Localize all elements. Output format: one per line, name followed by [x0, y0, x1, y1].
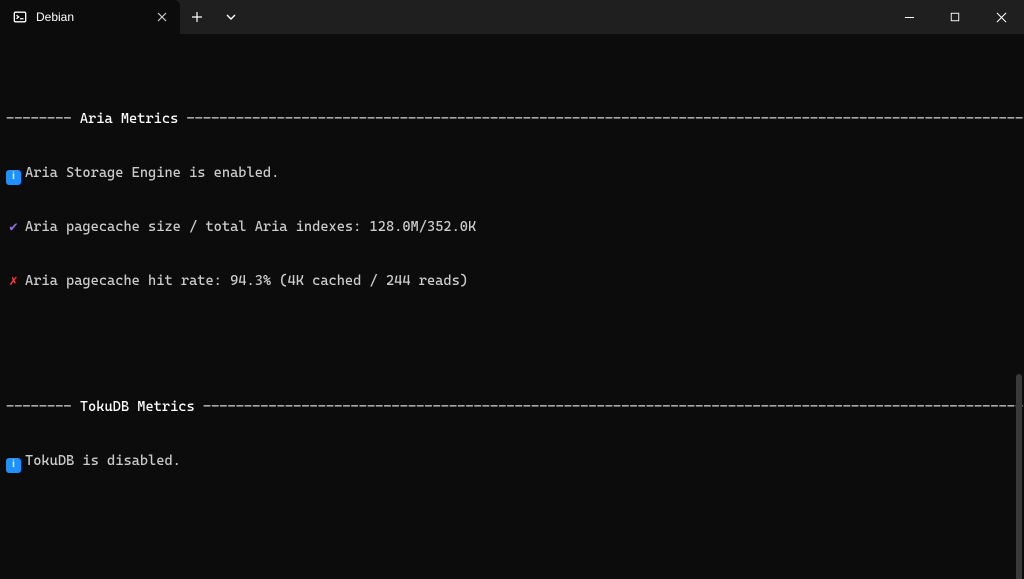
- maximize-button[interactable]: [932, 0, 978, 34]
- output-line: iAria Storage Engine is enabled.: [6, 164, 1018, 182]
- titlebar: Debian: [0, 0, 1024, 34]
- tab-label: Debian: [36, 10, 146, 24]
- terminal-output[interactable]: -------- Aria Metrics ------------------…: [0, 34, 1024, 579]
- output-line: iTokuDB is disabled.: [6, 452, 1018, 470]
- scrollbar-thumb[interactable]: [1016, 374, 1022, 579]
- minimize-button[interactable]: [886, 0, 932, 34]
- blank-line: [6, 326, 1018, 344]
- info-icon: i: [6, 458, 21, 473]
- output-line: ✗Aria pagecache hit rate: 94.3% (4K cach…: [6, 272, 1018, 290]
- window-controls: [886, 0, 1024, 34]
- terminal-icon: [12, 9, 28, 25]
- tab-dropdown-button[interactable]: [214, 0, 248, 34]
- check-icon: ✔: [6, 218, 21, 236]
- section-header-tokudb: -------- TokuDB Metrics ----------------…: [6, 398, 1018, 416]
- terminal-window: Debian -------- Aria Metrics --------: [0, 0, 1024, 579]
- section-header-aria: -------- Aria Metrics ------------------…: [6, 110, 1018, 128]
- new-tab-button[interactable]: [180, 0, 214, 34]
- info-icon: i: [6, 170, 21, 185]
- output-line: ✔Aria pagecache size / total Aria indexe…: [6, 218, 1018, 236]
- titlebar-drag-area[interactable]: [248, 0, 886, 34]
- cross-icon: ✗: [6, 272, 21, 290]
- tab-debian[interactable]: Debian: [0, 0, 180, 34]
- tab-close-button[interactable]: [154, 9, 170, 25]
- blank-line: [6, 506, 1018, 524]
- close-button[interactable]: [978, 0, 1024, 34]
